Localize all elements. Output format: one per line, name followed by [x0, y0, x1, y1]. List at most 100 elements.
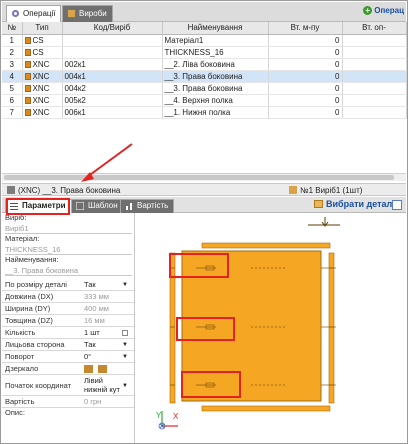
right-edge-strip	[328, 252, 335, 404]
table-row[interactable]: 7 XNC 006к1 __1. Нижня полка 0	[2, 106, 407, 119]
choose-part-label: Вибрати деталь	[326, 199, 398, 209]
selected-operation-label: (XNC) __3. Права боковина	[18, 186, 121, 195]
operation-type-icon	[24, 72, 31, 80]
param-rotation[interactable]: Поворот 0° ▼	[2, 351, 134, 363]
operation-icon	[7, 186, 15, 194]
table-row[interactable]: 3 XNC 002к1 __2. Ліва боковина 0	[2, 58, 407, 71]
row-material-loss: 0	[268, 82, 343, 95]
folder-icon	[314, 200, 323, 208]
edit-icon[interactable]	[392, 200, 402, 210]
tab-cost[interactable]: Вартість	[120, 199, 175, 213]
param-cost[interactable]: Вартість 0 грн	[2, 396, 134, 408]
col-header-code[interactable]: Код/Виріб	[62, 22, 163, 35]
col-header-operation-loss[interactable]: Вт. оп-	[342, 22, 407, 35]
col-header-type[interactable]: Тип	[22, 22, 63, 35]
row-operation-loss	[342, 94, 407, 107]
tab-operations[interactable]: Операції	[6, 5, 62, 23]
add-operation-button[interactable]: + Операц	[363, 6, 404, 15]
row-name: __3. Права боковина	[162, 82, 269, 95]
row-type: XNC	[22, 82, 63, 95]
row-type-label: CS	[32, 47, 44, 57]
param-origin[interactable]: Початок координат Лівий нижній кут ▼	[2, 375, 134, 396]
row-name: __4. Верхня полка	[162, 94, 269, 107]
material-field[interactable]: THICKNESS_16	[5, 244, 132, 255]
table-row[interactable]: 5 XNC 004к2 __3. Права боковина 0	[2, 82, 407, 95]
operation-type-icon	[24, 48, 31, 56]
param-by-part-size[interactable]: По розміру деталі Так ▼	[2, 279, 134, 291]
operation-type-icon	[24, 84, 31, 92]
tab-template[interactable]: Шаблон	[71, 199, 124, 213]
bottom-edge-strip	[201, 405, 331, 412]
scrollbar-thumb[interactable]	[4, 175, 394, 180]
row-operation-loss	[342, 34, 407, 47]
name-field[interactable]: __3. Права боковина	[5, 265, 132, 276]
row-code: 004к2	[62, 82, 163, 95]
row-type: XNC	[22, 106, 63, 119]
row-number: 5	[2, 82, 23, 95]
table-row[interactable]: 2 CS THICKNESS_16 0	[2, 46, 407, 59]
row-operation-loss	[342, 58, 407, 71]
template-icon	[76, 202, 84, 210]
description-label: Опис:	[5, 408, 25, 417]
selected-product-label: №1 Виріб1 (1шт)	[300, 186, 363, 195]
bottom-hole-highlight	[181, 371, 241, 398]
axis-indicator: Y X	[156, 411, 179, 430]
row-material-loss: 0	[268, 58, 343, 71]
row-code: 004к1	[62, 70, 163, 83]
table-row[interactable]: 6 XNC 005к2 __4. Верхня полка 0	[2, 94, 407, 107]
product-icon	[289, 186, 297, 194]
param-length[interactable]: Довжина (DX) 333 мм	[2, 291, 134, 303]
tab-products-label: Вироби	[79, 9, 107, 18]
param-thickness[interactable]: Товщина (DZ) 16 мм	[2, 315, 134, 327]
mirror-horizontal-icon[interactable]	[84, 365, 93, 373]
row-number: 4	[2, 70, 23, 83]
top-edge-strip	[201, 242, 331, 249]
row-number: 7	[2, 106, 23, 119]
top-tab-bar: Операції Вироби + Операц	[2, 2, 406, 23]
plus-icon: +	[363, 6, 373, 15]
checkbox[interactable]	[122, 330, 128, 336]
row-type: CS	[22, 34, 63, 47]
parameters-panel: Виріб: Виріб1 Матеріал: THICKNESS_16 Най…	[2, 213, 135, 443]
table-row[interactable]: 4 XNC 004к1 __3. Права боковина 0	[2, 70, 407, 83]
row-operation-loss	[342, 70, 407, 83]
tab-cost-label: Вартість	[137, 201, 169, 210]
row-name: __2. Ліва боковина	[162, 58, 269, 71]
cost-icon	[126, 203, 132, 210]
row-type-label: XNC	[32, 71, 50, 81]
y-axis-label: Y	[156, 411, 162, 420]
operation-type-icon	[24, 96, 31, 104]
col-header-name[interactable]: Найменування	[162, 22, 269, 35]
row-number: 3	[2, 58, 23, 71]
param-face-side[interactable]: Лицьова сторона Так ▼	[2, 339, 134, 351]
row-material-loss: 0	[268, 70, 343, 83]
app-window: Операції Вироби + Операц № Тип Код/Виріб …	[0, 0, 408, 444]
row-type-label: XNC	[32, 107, 50, 117]
row-type-label: XNC	[32, 59, 50, 69]
row-code	[62, 34, 163, 47]
row-material-loss: 0	[268, 34, 343, 47]
param-quantity[interactable]: Кількість 1 шт	[2, 327, 134, 339]
horizontal-scrollbar[interactable]	[2, 173, 406, 181]
product-field[interactable]: Виріб1	[5, 223, 132, 234]
product-icon	[67, 9, 76, 18]
mirror-vertical-icon[interactable]	[98, 365, 107, 373]
row-code: 006к1	[62, 106, 163, 119]
table-row[interactable]: 1 CS Матеріал1 0	[2, 34, 407, 47]
row-material-loss: 0	[268, 106, 343, 119]
table-header: № Тип Код/Виріб Найменування Вт. м-пу Вт…	[2, 22, 407, 35]
choose-part-button[interactable]: Вибрати деталь	[314, 199, 398, 209]
row-code: 002к1	[62, 58, 163, 71]
gear-icon	[11, 9, 20, 18]
col-header-number[interactable]: №	[2, 22, 23, 35]
row-number: 6	[2, 94, 23, 107]
row-material-loss: 0	[268, 94, 343, 107]
tab-products[interactable]: Вироби	[62, 5, 113, 22]
param-mirror: Дзеркало	[2, 363, 134, 375]
param-width[interactable]: Ширина (DY) 400 мм	[2, 303, 134, 315]
row-name: __1. Нижня полка	[162, 106, 269, 119]
direction-marker	[308, 217, 340, 227]
col-header-material-loss[interactable]: Вт. м-пу	[268, 22, 343, 35]
row-name: Матеріал1	[162, 34, 269, 47]
row-name: __3. Права боковина	[162, 70, 269, 83]
